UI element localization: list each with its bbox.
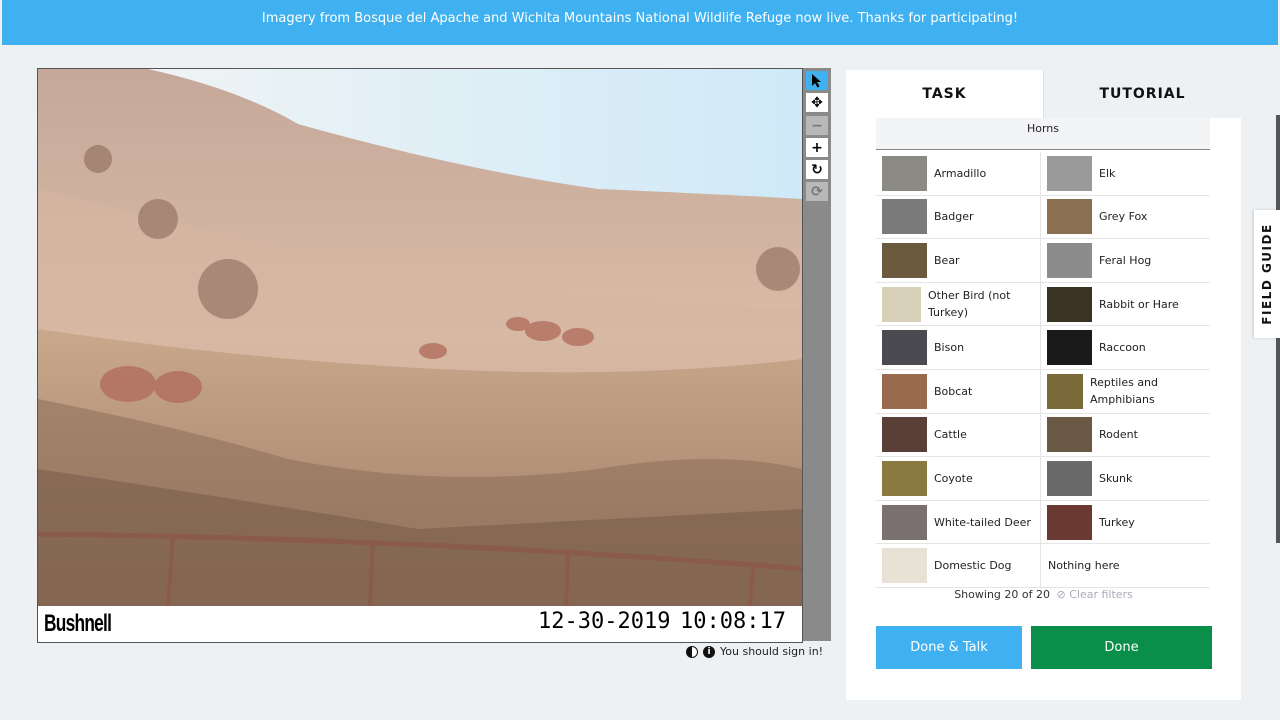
species-label: Bear [934,253,960,267]
species-item[interactable]: Raccoon [1041,326,1210,370]
species-thumbnail [882,286,921,322]
species-item[interactable]: White-tailed Deer [876,500,1041,545]
task-panel: TASK TUTORIAL Horns Armadillo Elk Badger… [846,70,1241,700]
species-thumbnail [882,330,927,366]
capture-time: 10:08:17 [680,609,786,634]
species-item[interactable]: Armadillo [876,152,1041,196]
done-and-talk-button[interactable]: Done & Talk [876,626,1022,669]
species-label: Bison [934,341,965,355]
species-item[interactable]: Domestic Dog [876,544,1041,588]
species-thumbnail [882,417,927,453]
species-thumbnail [882,155,927,191]
species-label: Rabbit or Hare [1099,297,1179,311]
species-thumbnail [1047,373,1083,409]
species-grid: Armadillo Elk Badger Grey Fox Bear Feral… [876,152,1210,588]
species-label: Other Bird (not Turkey) [928,289,1011,320]
species-thumbnail [882,460,927,496]
species-thumbnail [882,548,927,584]
species-item[interactable]: Rodent [1041,414,1210,458]
species-thumbnail [882,242,927,278]
species-item[interactable]: Bison [876,326,1041,370]
species-thumbnail [1047,286,1092,322]
species-item[interactable]: Bobcat [876,369,1041,414]
viewer-footer: i You should sign in! [686,645,823,658]
subject-viewer[interactable]: Bushnell 12-30-2019 10:08:17 [37,68,803,643]
species-label: Coyote [934,471,973,485]
species-label: Turkey [1099,515,1135,529]
species-item[interactable]: Feral Hog [1041,239,1210,283]
clear-filters-label: Clear filters [1069,588,1133,601]
species-label: Domestic Dog [934,559,1012,573]
species-item[interactable]: Cattle [876,413,1041,458]
species-thumbnail [882,199,927,235]
species-item[interactable]: Elk [1041,152,1210,196]
camera-brand: Bushnell [44,610,112,637]
rotate-icon[interactable]: ↻ [806,160,828,179]
species-item[interactable]: Reptiles and Amphibians [1041,370,1210,414]
landscape-image [38,69,802,606]
zoom-out-icon[interactable]: − [806,116,828,135]
species-thumbnail [1047,155,1092,191]
species-item[interactable]: Grey Fox [1041,196,1210,240]
announcement-banner: Imagery from Bosque del Apache and Wichi… [2,0,1278,45]
species-label: Feral Hog [1099,253,1152,267]
clear-filters-link[interactable]: ⊘ Clear filters [1056,588,1132,601]
capture-date: 12-30-2019 [538,609,671,634]
species-item[interactable]: Turkey [1041,501,1210,545]
field-guide-label: FIELD GUIDE [1260,223,1274,325]
species-label: Elk [1099,166,1116,180]
panel-tabs: TASK TUTORIAL [846,70,1241,118]
species-item[interactable]: Other Bird (not Turkey) [876,282,1041,327]
showing-count: Showing 20 of 20 ⊘ Clear filters [846,588,1241,601]
species-thumbnail [1047,199,1092,235]
move-icon[interactable]: ✥ [806,93,828,112]
done-button[interactable]: Done [1031,626,1212,669]
species-item[interactable]: Skunk [1041,457,1210,501]
species-label: Skunk [1099,471,1133,485]
species-item[interactable]: Coyote [876,457,1041,501]
field-guide-tab[interactable]: FIELD GUIDE [1254,210,1280,338]
species-label: Grey Fox [1099,210,1148,224]
camera-timestamp-bar: Bushnell 12-30-2019 10:08:17 [38,606,802,642]
sign-in-notice[interactable]: You should sign in! [720,645,823,658]
showing-text: Showing 20 of 20 [954,588,1050,601]
trail-camera-photo[interactable] [38,69,802,606]
species-thumbnail [1047,504,1092,540]
species-label: Reptiles and Amphibians [1090,376,1159,407]
species-label: White-tailed Deer [934,515,1031,529]
species-label: Raccoon [1099,341,1146,355]
species-thumbnail [882,373,927,409]
contrast-icon[interactable] [686,645,698,658]
species-thumbnail [1047,417,1092,453]
species-item[interactable]: Bear [876,239,1041,283]
species-label: Armadillo [934,166,987,180]
tab-task[interactable]: TASK [846,70,1043,118]
species-thumbnail [1047,242,1092,278]
tab-tutorial[interactable]: TUTORIAL [1043,70,1241,118]
zoom-in-icon[interactable]: + [806,138,828,157]
species-thumbnail [1047,330,1092,366]
species-label: Cattle [934,428,967,442]
pointer-icon[interactable] [806,71,828,90]
species-thumbnail [1047,460,1092,496]
reset-icon[interactable]: ⟳ [806,182,828,201]
species-label: Nothing here [1048,559,1120,573]
species-label: Rodent [1099,428,1138,442]
species-item[interactable]: Rabbit or Hare [1041,283,1210,327]
species-thumbnail [882,504,927,540]
image-toolbar: ✥ − + ↻ ⟳ [803,68,831,641]
species-label: Bobcat [934,384,973,398]
species-item[interactable]: Badger [876,195,1041,240]
nothing-here-item[interactable]: Nothing here [1041,544,1210,588]
species-label: Badger [934,210,974,224]
filter-horns[interactable]: Horns [876,118,1210,150]
info-icon[interactable]: i [703,645,715,658]
